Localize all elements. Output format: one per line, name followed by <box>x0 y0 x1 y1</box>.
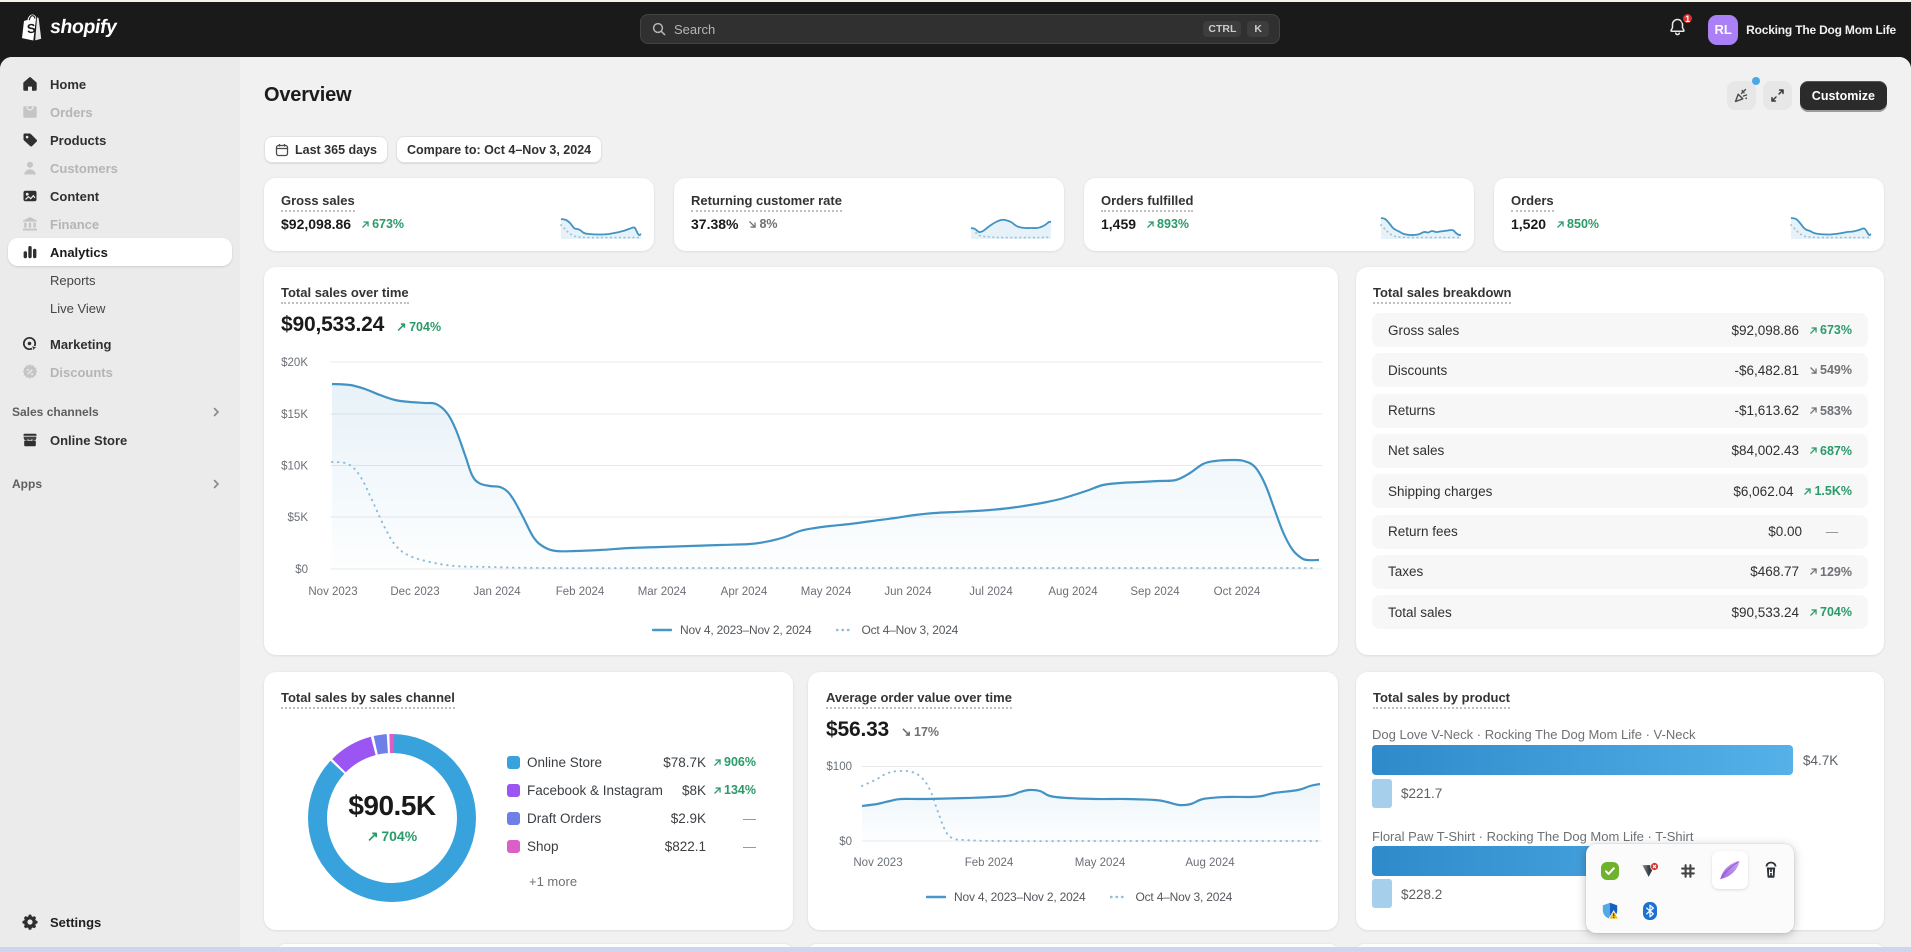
svg-text:Aug 2024: Aug 2024 <box>1048 586 1098 598</box>
svg-text:Feb 2024: Feb 2024 <box>556 586 605 598</box>
svg-text:Nov 2023: Nov 2023 <box>308 586 357 598</box>
svg-text:Mar 2024: Mar 2024 <box>638 586 687 598</box>
svg-text:S: S <box>26 21 36 37</box>
svg-text:May 2024: May 2024 <box>1075 857 1126 869</box>
svg-text:$10K: $10K <box>281 461 308 473</box>
svg-text:Jul 2024: Jul 2024 <box>969 586 1013 598</box>
svg-text:Dec 2023: Dec 2023 <box>390 586 439 598</box>
svg-text:$5K: $5K <box>288 512 309 524</box>
svg-text:$100: $100 <box>826 761 852 773</box>
svg-text:$15K: $15K <box>281 409 308 421</box>
svg-text:Nov 2023: Nov 2023 <box>853 857 902 869</box>
svg-text:Jun 2024: Jun 2024 <box>884 586 932 598</box>
svg-text:Aug 2024: Aug 2024 <box>1185 857 1235 869</box>
svg-text:Feb 2024: Feb 2024 <box>965 857 1014 869</box>
svg-text:Sep 2024: Sep 2024 <box>1130 586 1180 598</box>
svg-text:May 2024: May 2024 <box>801 586 852 598</box>
svg-text:Oct 2024: Oct 2024 <box>1214 586 1261 598</box>
svg-text:$20K: $20K <box>281 357 308 369</box>
svg-text:Apr 2024: Apr 2024 <box>721 586 768 598</box>
svg-text:$0: $0 <box>295 564 308 576</box>
svg-text:$0: $0 <box>839 836 852 848</box>
svg-text:Jan 2024: Jan 2024 <box>473 586 521 598</box>
